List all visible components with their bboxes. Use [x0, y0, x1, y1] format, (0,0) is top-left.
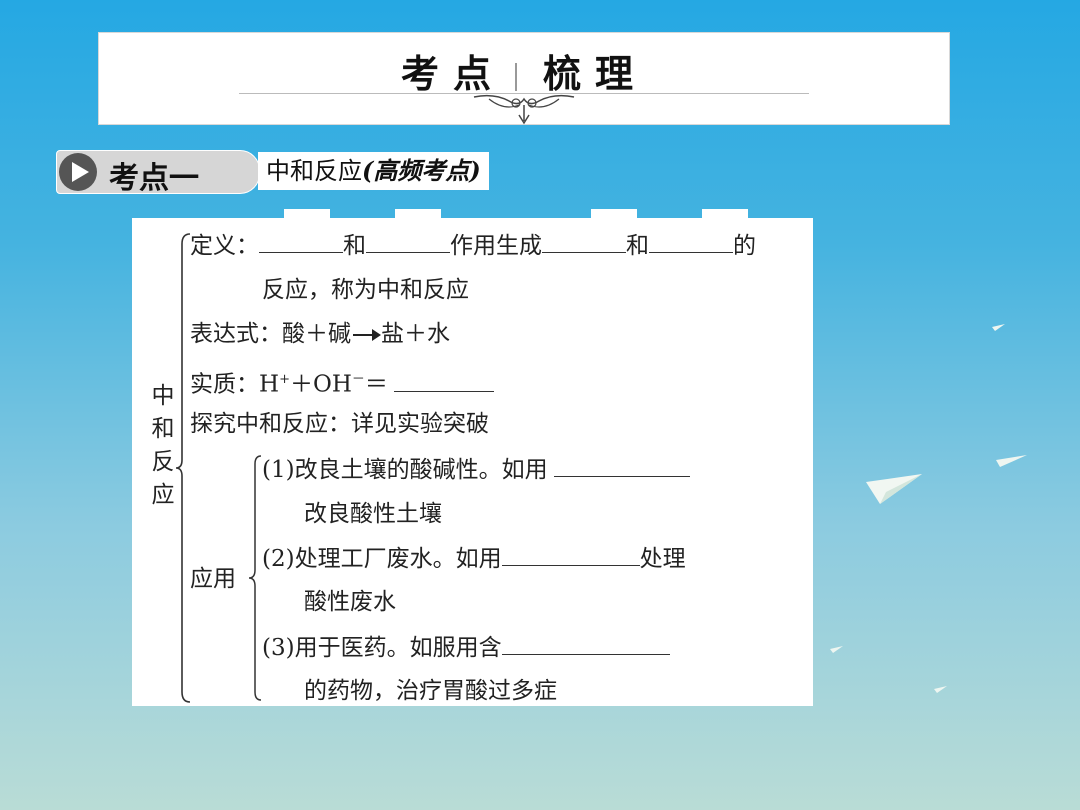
definition-line: 定义： 和 作用生成 和 的 [190, 230, 756, 261]
header-title-right: 梳理 [543, 52, 648, 96]
blank [542, 230, 626, 253]
blank [393, 369, 494, 392]
application-3: (3)用于医药。如服用含 [262, 632, 670, 663]
outer-brace [176, 233, 191, 703]
definition-prefix: 定义： [190, 233, 259, 259]
expression-right: 盐＋水 [381, 321, 450, 347]
paper-plane-icon [934, 686, 947, 693]
app2-treat: 处理 [639, 546, 686, 572]
topic-text: 中和反应 [266, 157, 362, 185]
definition-produce: 作用生成 [450, 233, 542, 259]
paper-plane-icon [996, 455, 1027, 467]
topic-tag: (高频考点) [362, 156, 481, 185]
app3-text: (3)用于医药。如服用含 [262, 635, 502, 661]
app2-text: (2)处理工厂废水。如用 [262, 546, 502, 572]
sup-minus: － [351, 372, 365, 387]
kaodian-label: 考点一 [56, 150, 260, 196]
explore-line: 探究中和反应：详见实验突破 [190, 411, 489, 437]
expression-left: 表达式：酸＋碱 [190, 321, 351, 347]
essence-eq: ＝ [364, 371, 388, 398]
apply-brace [249, 455, 262, 701]
essence-h: 实质：H [190, 371, 280, 398]
header-title: 考点 梳理 [99, 43, 949, 98]
title-divider [515, 62, 517, 91]
header-title-left: 考点 [400, 52, 505, 96]
app1-text: (1)改良土壤的酸碱性。如用 [262, 457, 548, 483]
ornament-icon [473, 94, 575, 125]
definition-of: 的 [733, 233, 756, 259]
application-2-line-2: 酸性废水 [304, 589, 396, 615]
definition-and-2: 和 [626, 233, 649, 259]
sup-plus: + [279, 372, 290, 387]
expression-line: 表达式：酸＋碱 盐＋水 [190, 319, 450, 349]
blank [501, 543, 640, 566]
paper-plane-icon [830, 646, 843, 653]
main-label: 中和反应 [151, 383, 175, 508]
application-2: (2)处理工厂废水。如用 处理 [262, 543, 686, 574]
blank [259, 230, 343, 253]
play-icon [59, 153, 97, 191]
kaodian-label-text: 考点一 [109, 161, 199, 196]
blank [649, 230, 733, 253]
application-1: (1)改良土壤的酸碱性。如用 [262, 454, 690, 485]
kaodian-topic: 中和反应(高频考点) [258, 152, 489, 190]
blank [553, 454, 690, 477]
definition-line-2: 反应，称为中和反应 [262, 277, 469, 303]
paper-plane-icon [992, 324, 1005, 331]
apply-label: 应用 [190, 566, 236, 592]
essence-line: 实质：H+＋OH－＝ [190, 365, 494, 400]
blank [501, 632, 670, 655]
section-header: 考点 梳理 [98, 32, 950, 125]
paper-plane-icon [866, 474, 922, 504]
content-panel: 中和反应 定义： 和 作用生成 和 的 反应，称为中和反应 表达式：酸＋碱 盐＋水 实质：… [132, 218, 813, 706]
essence-oh: ＋OH [289, 371, 352, 398]
arrow-icon [353, 329, 381, 341]
application-1-line-2: 改良酸性土壤 [304, 501, 442, 527]
blank [366, 230, 450, 253]
application-3-line-2: 的药物，治疗胃酸过多症 [304, 678, 557, 704]
definition-and-1: 和 [343, 233, 366, 259]
